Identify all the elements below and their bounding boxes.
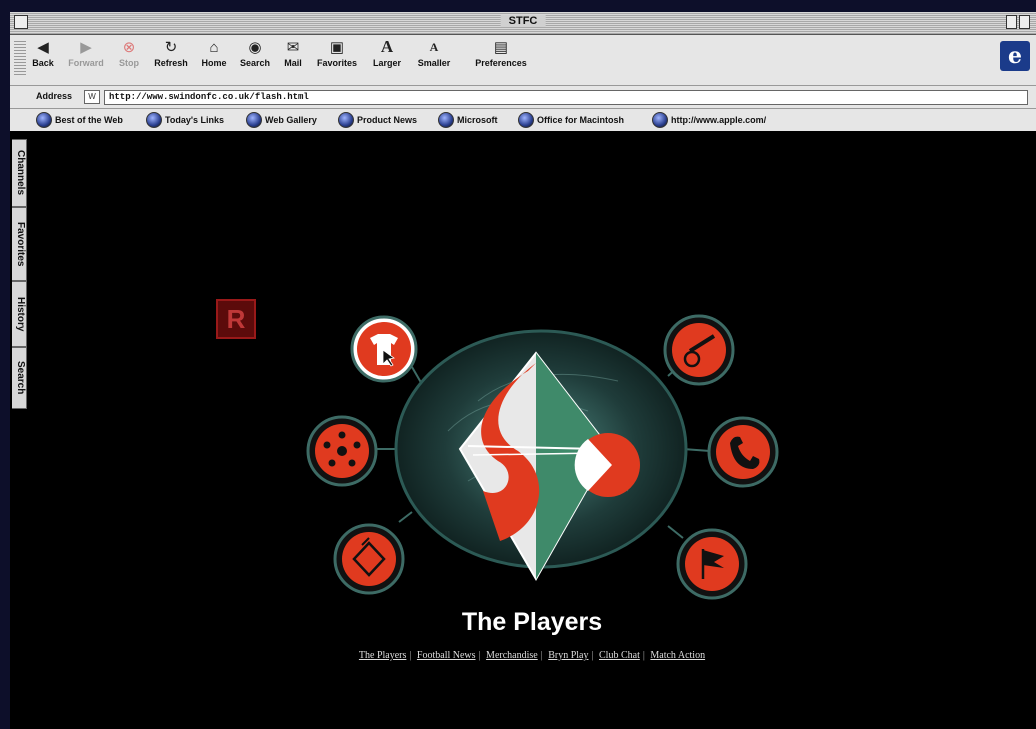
nav-circle-ball[interactable] [306, 415, 378, 487]
nav-circle-kit[interactable] [350, 315, 418, 383]
link-microsoft[interactable]: Microsoft [438, 112, 498, 128]
address-bar: Address W http://www.swindonfc.co.uk/fla… [10, 86, 1036, 109]
forward-arrow-icon: ▶ [80, 39, 92, 56]
search-button[interactable]: ◉ Search [234, 38, 276, 68]
window-title: STFC [500, 15, 546, 27]
globe-icon [338, 112, 354, 128]
tab-channels[interactable]: Channels [12, 139, 27, 207]
mail-button[interactable]: ✉ Mail [272, 38, 314, 68]
search-icon: ◉ [248, 39, 262, 56]
globe-icon [246, 112, 262, 128]
zoom-box[interactable] [1006, 15, 1030, 29]
favorites-icon: ▣ [329, 39, 345, 56]
forward-button[interactable]: ▶ Forward [65, 38, 107, 68]
mail-icon: ✉ [286, 39, 300, 56]
nav-circle-cannon[interactable] [663, 314, 735, 386]
nav-link-football-news[interactable]: Football News [417, 650, 476, 661]
stop-icon: ⊗ [122, 39, 136, 56]
nav-link-club-chat[interactable]: Club Chat [599, 650, 640, 661]
title-bar[interactable]: STFC [10, 12, 1036, 35]
links-bar: Best of the Web Today's Links Web Galler… [10, 109, 1036, 132]
larger-text-icon: A [380, 37, 394, 56]
globe-icon [652, 112, 668, 128]
link-apple[interactable]: http://www.apple.com/ [652, 112, 766, 128]
smaller-button[interactable]: A Smaller [413, 38, 455, 69]
nav-link-the-players[interactable]: The Players [359, 650, 407, 661]
text-nav-links: The Players | Football News | Merchandise |… [358, 650, 706, 661]
nav-link-bryn-play[interactable]: Bryn Play [548, 650, 588, 661]
button-toolbar: ◀ Back ▶ Forward ⊗ Stop ↻ Refresh ⌂ Home… [10, 35, 1036, 86]
refresh-icon: ↻ [164, 39, 178, 56]
smaller-text-icon: A [429, 39, 439, 54]
link-todays-links[interactable]: Today's Links [146, 112, 224, 128]
link-best-of-the-web[interactable]: Best of the Web [36, 112, 123, 128]
nav-link-match-action[interactable]: Match Action [650, 650, 705, 661]
tab-search[interactable]: Search [12, 347, 27, 409]
preferences-icon: ▤ [493, 39, 509, 56]
explorer-bar-tabs: Channels Favorites History Search [10, 131, 28, 729]
link-office-for-macintosh[interactable]: Office for Macintosh [518, 112, 624, 128]
nav-circle-merchandise[interactable] [333, 523, 405, 595]
ie-logo-icon[interactable]: e [1000, 41, 1030, 71]
favorites-button[interactable]: ▣ Favorites [316, 38, 358, 68]
page-content: R The Players The Players | Football New… [28, 131, 1036, 729]
refresh-button[interactable]: ↻ Refresh [150, 38, 192, 68]
larger-button[interactable]: A Larger [366, 37, 408, 68]
home-button[interactable]: ⌂ Home [193, 38, 235, 69]
nav-circle-phone[interactable] [707, 416, 779, 488]
nav-link-merchandise[interactable]: Merchandise [486, 650, 538, 661]
globe-icon [36, 112, 52, 128]
flash-navigation-graphic [306, 314, 779, 600]
section-heading: The Players [461, 608, 603, 636]
preferences-button[interactable]: ▤ Preferences [473, 38, 529, 68]
stop-button[interactable]: ⊗ Stop [108, 38, 150, 68]
globe-icon [518, 112, 534, 128]
address-label: Address [36, 91, 73, 101]
browser-window: STFC ◀ Back ▶ Forward ⊗ Stop ↻ Refresh ⌂… [10, 12, 1036, 729]
tab-history[interactable]: History [12, 281, 27, 347]
globe-icon [438, 112, 454, 128]
address-input[interactable]: http://www.swindonfc.co.uk/flash.html [104, 90, 1028, 105]
close-box[interactable] [14, 15, 28, 29]
link-product-news[interactable]: Product News [338, 112, 417, 128]
home-icon: ⌂ [209, 38, 219, 56]
globe-icon [146, 112, 162, 128]
back-arrow-icon: ◀ [37, 39, 49, 56]
page-favicon-icon[interactable]: W [84, 90, 100, 104]
tab-favorites[interactable]: Favorites [12, 207, 27, 281]
nav-circle-flag[interactable] [676, 528, 748, 600]
link-web-gallery[interactable]: Web Gallery [246, 112, 317, 128]
back-button[interactable]: ◀ Back [22, 38, 64, 68]
